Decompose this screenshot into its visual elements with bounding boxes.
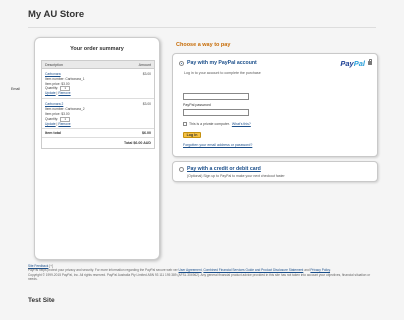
paypal-option-label: Pay with my PayPal account <box>187 60 257 66</box>
remove-link[interactable]: Remove <box>58 91 70 95</box>
description-column-header: Description <box>45 62 63 67</box>
item-total-row: Item total $6.00 <box>42 129 154 139</box>
order-item: Carbonara $3.00 Item number: Carbonara_1… <box>42 69 154 100</box>
card-option-panel[interactable]: Pay with a credit or debit card (Optiona… <box>172 161 378 182</box>
whats-this-link[interactable]: What's this? <box>232 122 251 126</box>
item-amount: $3.00 <box>142 72 151 76</box>
email-field[interactable] <box>183 93 249 100</box>
amount-column-header: Amount <box>138 62 151 67</box>
item-actions: Update | Remove <box>45 91 71 96</box>
item-total-label: Item total <box>45 131 61 136</box>
card-radio[interactable] <box>179 166 184 172</box>
item-total-value: $6.00 <box>142 131 151 136</box>
copyright-text: Copyright © 1999-2015 PayPal, Inc. All r… <box>28 272 371 281</box>
card-option-header[interactable]: Pay with a credit or debit card <box>179 166 261 172</box>
private-computer-checkbox[interactable] <box>183 122 187 126</box>
card-option-subtitle: (Optional) Sign up to PayPal to make you… <box>187 174 285 178</box>
card-option-label[interactable]: Pay with a credit or debit card <box>187 166 261 172</box>
update-link[interactable]: Update <box>45 122 56 126</box>
order-summary-panel: Your order summary Description Amount Ca… <box>34 37 160 260</box>
user-agreement-link[interactable]: User Agreement <box>179 268 202 272</box>
paypal-radio[interactable] <box>179 60 184 66</box>
combined-guide-link[interactable]: Combined Financial Services Guide and Pr… <box>203 268 303 272</box>
update-link[interactable]: Update <box>45 91 56 95</box>
lock-icon <box>368 58 372 65</box>
paypal-logo: PayPal <box>340 59 365 68</box>
forgot-credentials-link[interactable]: Forgotten your email address or password… <box>183 143 252 147</box>
email-label: Email <box>11 87 20 91</box>
private-computer-row: This is a private computer. What's this? <box>183 122 251 126</box>
paypal-subtitle: Log in to your account to complete the p… <box>184 71 261 75</box>
choose-payment-heading: Choose a way to pay <box>176 42 231 48</box>
test-site-label: Test Site <box>28 297 55 304</box>
order-summary-title: Your order summary <box>70 46 124 52</box>
privacy-notice: PayPal helps protect your privacy and se… <box>28 268 178 273</box>
item-actions: Update | Remove <box>45 121 71 126</box>
order-summary-table: Description Amount Carbonara $3.00 Item … <box>41 60 155 150</box>
grand-total: Total $6.00 AUD <box>124 141 151 146</box>
table-header: Description Amount <box>42 61 154 69</box>
login-button[interactable]: Log In <box>183 132 201 138</box>
footer: Site Feedback [+] PayPal helps protect y… <box>28 264 380 281</box>
paypal-option-header[interactable]: Pay with my PayPal account <box>179 60 257 66</box>
remove-link[interactable]: Remove <box>58 122 70 126</box>
password-label: PayPal password <box>183 103 211 107</box>
item-amount: $3.00 <box>142 102 151 107</box>
privacy-policy-link[interactable]: Privacy Policy <box>310 268 330 272</box>
password-field[interactable] <box>183 109 249 116</box>
store-title: My AU Store <box>28 9 85 20</box>
order-item: Carbonara 2 $3.00 Item number: Carbonara… <box>42 99 154 130</box>
header-divider <box>28 27 376 28</box>
private-computer-label: This is a private computer. <box>189 122 230 126</box>
